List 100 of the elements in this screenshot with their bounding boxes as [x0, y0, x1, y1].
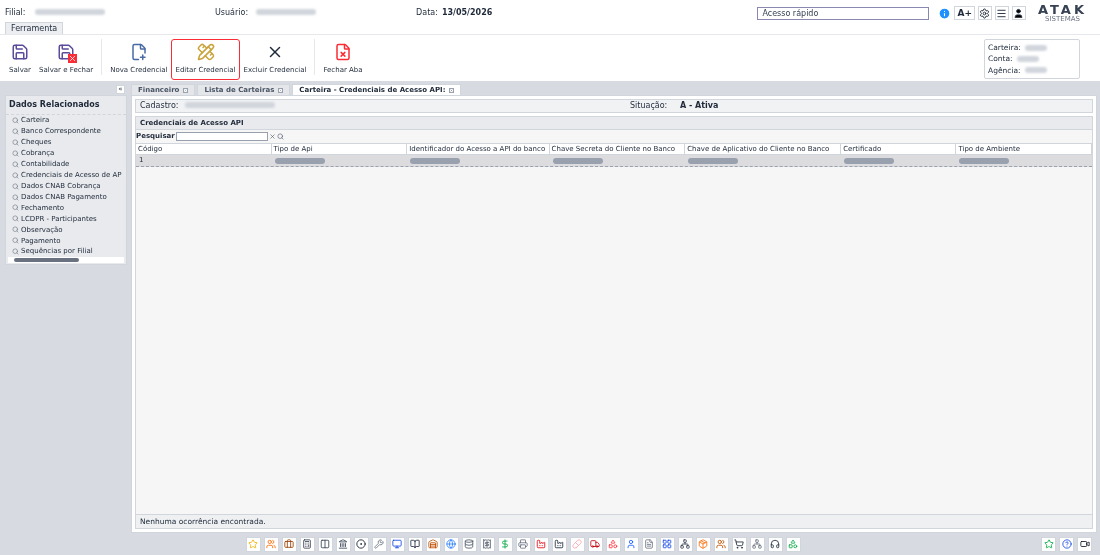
dollar-icon: [500, 539, 510, 549]
shapes-button[interactable]: [605, 536, 621, 552]
document-x-icon: [334, 43, 352, 61]
magnifier-icon: [12, 182, 19, 190]
hierarchy-icon: [752, 539, 762, 549]
magnifier-icon: [12, 193, 19, 201]
document-icon: [644, 539, 654, 549]
star-button[interactable]: [1041, 536, 1056, 552]
search-icon[interactable]: [276, 133, 284, 140]
clear-icon[interactable]: [268, 133, 276, 140]
settings-button[interactable]: [977, 6, 992, 20]
date-label: Data:: [416, 7, 438, 19]
package-button[interactable]: [695, 536, 711, 552]
info-button[interactable]: [937, 6, 952, 20]
user-icon: [1013, 7, 1025, 19]
blurred-value: [1016, 56, 1039, 62]
ticket-button[interactable]: [479, 536, 495, 552]
monitor-button[interactable]: [389, 536, 405, 552]
book-icon: [410, 539, 420, 549]
info-icon: [937, 6, 951, 20]
ribbon-tab[interactable]: Ferramenta: [5, 22, 64, 34]
close-icon: [449, 87, 455, 93]
situacao-value: A - Ativa: [680, 100, 719, 112]
star-button[interactable]: [245, 536, 261, 552]
star-icon: [1043, 539, 1054, 549]
star-icon: [248, 539, 258, 549]
help-icon: [1061, 539, 1072, 549]
factory-button[interactable]: [533, 536, 549, 552]
document-plus-icon: [129, 43, 148, 61]
sidebar-title: Dados Relacionados: [6, 96, 126, 115]
people-button[interactable]: [263, 536, 279, 552]
blurred-value: [1024, 67, 1047, 74]
quick-access-field[interactable]: Acesso rápido: [757, 6, 930, 20]
diagram-button[interactable]: [677, 536, 693, 552]
hierarchy-button[interactable]: [749, 536, 765, 552]
diagram-icon: [680, 539, 690, 549]
calculator-button[interactable]: [299, 536, 315, 552]
magnifier-icon: [12, 226, 19, 234]
floppy-disk-x-icon: [57, 43, 76, 61]
columns-icon: [320, 539, 330, 549]
factory-button[interactable]: [551, 536, 567, 552]
printer-button[interactable]: [515, 536, 531, 552]
headset-button[interactable]: [767, 536, 783, 552]
blurred-value: [552, 157, 603, 164]
magnifier-icon: [12, 248, 19, 256]
cadastro-label: Cadastro:: [140, 100, 180, 112]
pencil-ruler-icon: [196, 43, 215, 61]
headset-icon: [770, 539, 780, 549]
magnifier-icon: [12, 237, 19, 245]
book-button[interactable]: [407, 536, 423, 552]
menu-icon: [996, 7, 1008, 19]
building-icon: [338, 539, 348, 549]
globe-button[interactable]: [443, 536, 459, 552]
video-camera-icon: [1079, 539, 1090, 549]
magnifier-icon: [12, 160, 19, 168]
magnifier-icon: [12, 171, 19, 179]
columns-button[interactable]: [317, 536, 333, 552]
blurred-value: [274, 157, 325, 164]
document-button[interactable]: [641, 536, 657, 552]
dollar-button[interactable]: [497, 536, 513, 552]
truck-icon: [590, 539, 600, 549]
person-button[interactable]: [623, 536, 639, 552]
magnifier-icon: [12, 149, 19, 157]
package-icon: [698, 539, 708, 549]
database-button[interactable]: [461, 536, 477, 552]
briefcase-button[interactable]: [281, 536, 297, 552]
cart-button[interactable]: [731, 536, 747, 552]
pallet-icon: [428, 539, 438, 549]
tool-button[interactable]: [371, 536, 387, 552]
video-camera-button[interactable]: [1077, 536, 1092, 552]
briefcase-icon: [284, 539, 294, 549]
building-button[interactable]: [335, 536, 351, 552]
magnifier-icon: [12, 215, 19, 223]
blurred-value: [688, 157, 739, 164]
shapes-icon: [788, 539, 798, 549]
factory-icon: [536, 539, 546, 549]
close-icon: [278, 87, 284, 93]
filial-label: Filial:: [5, 7, 27, 19]
factory-icon: [554, 539, 564, 549]
date-value: 13/05/2026: [441, 7, 493, 19]
situacao-label: Situação:: [630, 100, 669, 112]
magnifier-icon: [12, 116, 19, 124]
menu-button[interactable]: [994, 6, 1009, 20]
settings-icon: [979, 7, 991, 19]
cart-icon: [734, 539, 744, 549]
truck-button[interactable]: [587, 536, 603, 552]
magnifier-icon: [12, 204, 19, 212]
database-icon: [464, 539, 474, 549]
user-button[interactable]: [1011, 6, 1026, 20]
circle-button[interactable]: [353, 536, 369, 552]
printer-icon: [518, 539, 528, 549]
magnifier-icon: [12, 127, 19, 135]
search-field[interactable]: [175, 132, 268, 141]
grid-button[interactable]: [659, 536, 675, 552]
pallet-button[interactable]: [425, 536, 441, 552]
blurred-value: [1024, 44, 1047, 51]
user-icon: [716, 539, 726, 549]
font-size-button[interactable]: A+: [954, 6, 975, 20]
blurred-value: [256, 9, 317, 15]
blurred-value: [35, 9, 105, 15]
